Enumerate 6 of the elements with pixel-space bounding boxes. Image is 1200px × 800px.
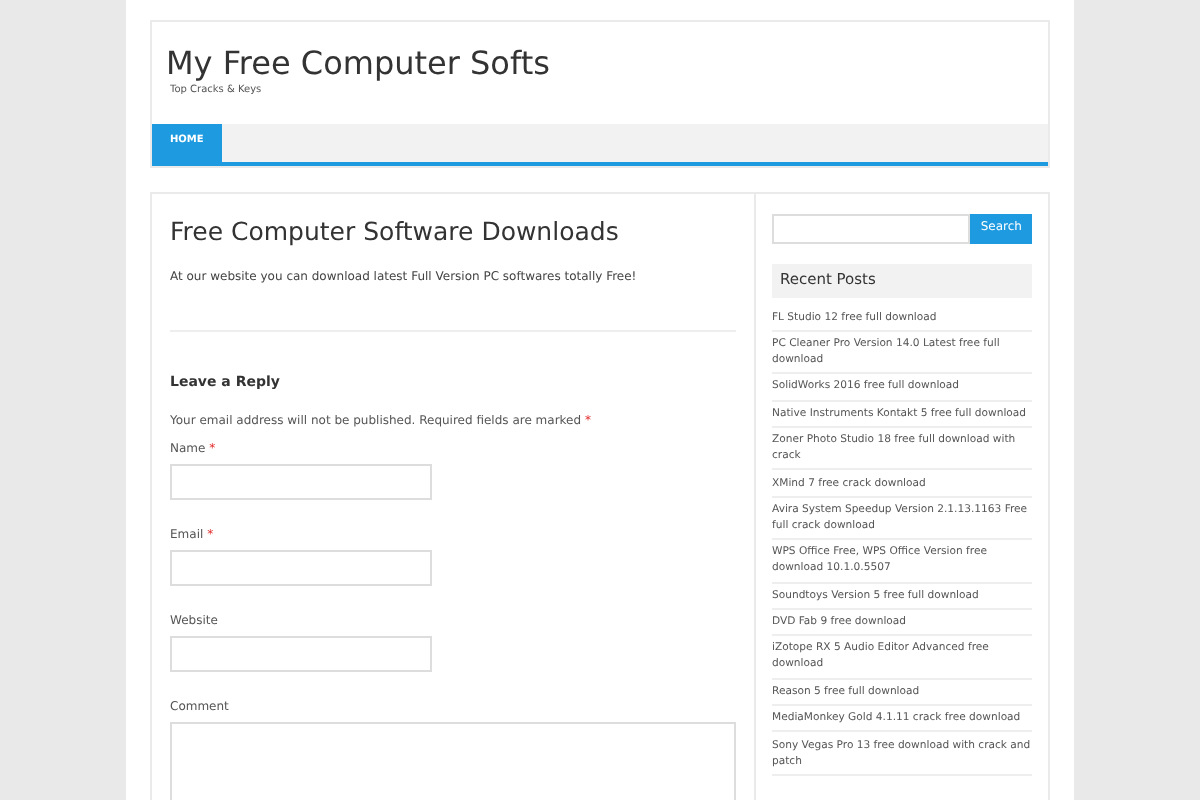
page-title: Free Computer Software Downloads (170, 213, 621, 250)
input-field[interactable] (170, 635, 432, 672)
input-field[interactable] (170, 549, 432, 586)
input-field[interactable] (170, 463, 432, 500)
search-field[interactable] (772, 213, 971, 243)
site-title: My Free Computer Softs (166, 44, 552, 84)
